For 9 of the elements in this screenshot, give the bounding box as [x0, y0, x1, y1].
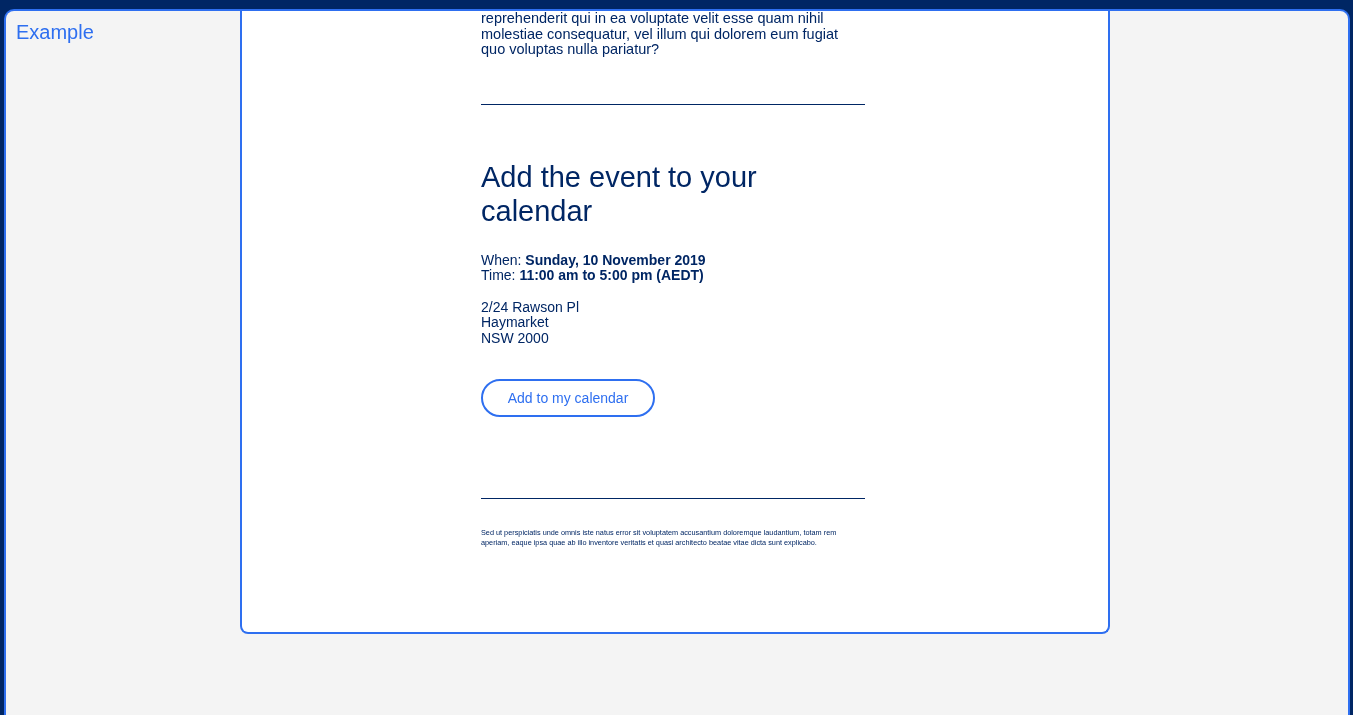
address-line: NSW 2000 [481, 330, 550, 346]
event-date: When: Sunday, 10 November 2019 [481, 252, 707, 268]
address-line: 2/24 Rawson Pl [481, 299, 581, 315]
panel-title: Example [16, 21, 95, 44]
add-to-calendar-button[interactable]: Add to my calendar [481, 379, 655, 417]
event-time: Time: 11:00 am to 5:00 pm (AEDT) [481, 268, 705, 284]
address-line: Haymarket [481, 315, 550, 331]
body-text: reprehenderit qui in ea voluptate velit esse quam nihil molestiae consequatur, vel illum qui dolorem eum fugiat quo voluptas nulla pariatur? [481, 11, 840, 58]
section-heading: Add the event to your calendar [481, 159, 758, 228]
